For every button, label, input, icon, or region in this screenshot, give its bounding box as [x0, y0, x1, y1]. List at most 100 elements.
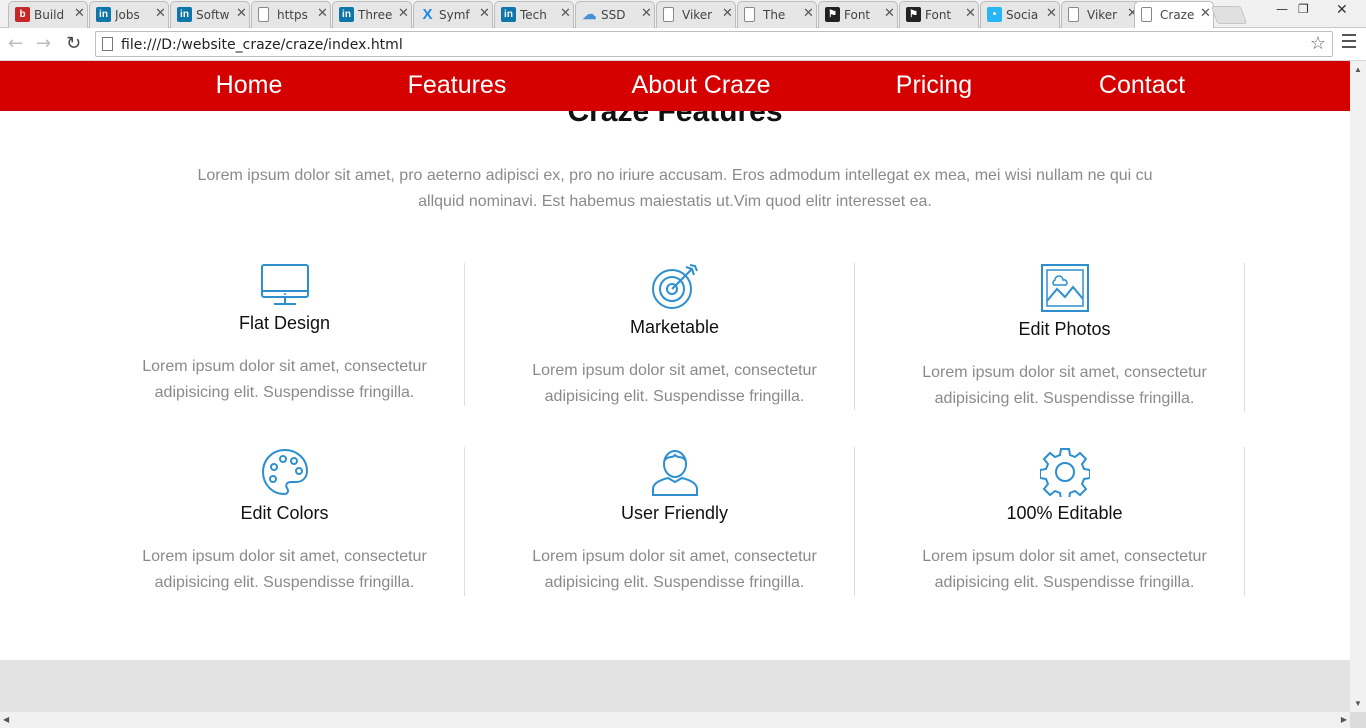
browser-tab[interactable]: in Three ✕	[332, 1, 412, 28]
page-icon	[102, 37, 113, 51]
back-arrow-icon[interactable]: ←	[8, 33, 23, 54]
forward-arrow-icon[interactable]: →	[36, 33, 51, 54]
browser-tab[interactable]: in Softw ✕	[170, 1, 250, 28]
browser-tab[interactable]: ⚑ Font ✕	[899, 1, 979, 28]
browser-tab[interactable]: ☁ SSD ✕	[575, 1, 655, 28]
tab-title: Build	[34, 8, 65, 22]
feature-card: Edit Colors Lorem ipsum dolor sit amet, …	[105, 447, 465, 596]
page-icon	[744, 7, 755, 22]
tab-title: Symf	[439, 8, 470, 22]
nav-about-craze[interactable]: About Craze	[632, 71, 771, 100]
flag-icon: ⚑	[906, 7, 921, 22]
minimize-icon[interactable]: —	[1276, 2, 1288, 16]
tab-title: Softw	[196, 8, 230, 22]
builtwith-icon: b	[15, 7, 30, 22]
close-window-icon[interactable]: ✕	[1336, 2, 1348, 18]
feature-description: Lorem ipsum dolor sit amet, consectetur …	[532, 362, 817, 405]
tab-strip: b Build ✕ in Jobs ✕ in Softw ✕ https ✕ i…	[0, 0, 1366, 29]
menu-icon[interactable]	[1342, 34, 1356, 52]
nav-features[interactable]: Features	[408, 71, 507, 100]
feature-card: Flat Design Lorem ipsum dolor sit amet, …	[105, 263, 465, 406]
target-icon	[651, 264, 698, 309]
tab-title: Socia	[1006, 8, 1039, 22]
scroll-corner	[1350, 712, 1366, 728]
palette-icon	[261, 448, 308, 496]
close-icon[interactable]: ✕	[884, 6, 895, 21]
feature-title: Edit Colors	[240, 503, 329, 523]
tab-title: Viker	[682, 8, 713, 22]
browser-tab[interactable]: Viker ✕	[1061, 1, 1141, 28]
nav-contact[interactable]: Contact	[1099, 71, 1185, 100]
browser-tab[interactable]: • Socia ✕	[980, 1, 1060, 28]
close-icon[interactable]: ✕	[398, 6, 409, 21]
gear-icon	[1039, 448, 1090, 497]
social-icon: •	[987, 7, 1002, 22]
feature-description: Lorem ipsum dolor sit amet, consectetur …	[142, 358, 427, 401]
feature-title: Flat Design	[238, 313, 331, 333]
close-icon[interactable]: ✕	[74, 6, 85, 21]
browser-tab[interactable]: https ✕	[251, 1, 331, 28]
close-icon[interactable]: ✕	[722, 6, 733, 21]
close-icon[interactable]: ✕	[479, 6, 490, 21]
feature-title: Edit Photos	[1018, 319, 1111, 339]
browser-tab-active[interactable]: Craze ✕	[1134, 1, 1214, 29]
tab-title: Jobs	[115, 8, 140, 22]
cloud-icon: ☁	[582, 6, 597, 22]
new-tab-button[interactable]	[1210, 6, 1248, 24]
tab-title: Viker	[1087, 8, 1118, 22]
browser-tab[interactable]: X Symf ✕	[413, 1, 493, 28]
feature-description: Lorem ipsum dolor sit amet, consectetur …	[922, 548, 1207, 591]
close-icon[interactable]: ✕	[155, 6, 166, 21]
reload-icon[interactable]: ↻	[66, 33, 81, 54]
scroll-right-icon[interactable]: ▶	[1341, 715, 1347, 724]
feature-title: User Friendly	[620, 503, 729, 523]
scroll-up-icon[interactable]: ▲	[1354, 65, 1362, 74]
photo-icon	[1040, 264, 1089, 312]
close-icon[interactable]: ✕	[1200, 6, 1211, 21]
feature-card: Edit Photos Lorem ipsum dolor sit amet, …	[885, 263, 1245, 412]
page-icon	[663, 7, 674, 22]
close-icon[interactable]: ✕	[236, 6, 247, 21]
restore-icon[interactable]: ❐	[1298, 2, 1309, 16]
address-bar[interactable]: file:///D:/website_craze/craze/index.htm…	[95, 31, 1333, 57]
browser-tab[interactable]: in Tech ✕	[494, 1, 574, 28]
url-text: file:///D:/website_craze/craze/index.htm…	[121, 37, 403, 53]
browser-tab[interactable]: Viker ✕	[656, 1, 736, 28]
close-icon[interactable]: ✕	[803, 6, 814, 21]
nav-pricing[interactable]: Pricing	[896, 71, 972, 100]
linkedin-icon: in	[339, 7, 354, 22]
footer-section	[0, 660, 1350, 712]
vertical-scrollbar[interactable]: ▲ ▼	[1350, 61, 1366, 712]
scroll-left-icon[interactable]: ◀	[3, 715, 9, 724]
nav-home[interactable]: Home	[216, 71, 283, 100]
star-icon[interactable]: ☆	[1310, 33, 1326, 54]
close-icon[interactable]: ✕	[965, 6, 976, 21]
browser-tab[interactable]: in Jobs ✕	[89, 1, 169, 28]
feature-title: Marketable	[629, 317, 720, 337]
tab-title: SSD	[601, 8, 626, 22]
close-icon[interactable]: ✕	[641, 6, 652, 21]
tab-title: Font	[925, 8, 952, 22]
user-icon	[651, 450, 698, 496]
site-navbar: Home Features About Craze Pricing Contac…	[0, 61, 1350, 111]
browser-tab[interactable]: The ✕	[737, 1, 817, 28]
scroll-down-icon[interactable]: ▼	[1354, 699, 1362, 708]
page-icon	[258, 7, 269, 22]
page-icon	[1068, 7, 1079, 22]
feature-title: 100% Editable	[1006, 503, 1123, 523]
page-icon	[1141, 7, 1152, 22]
symfony-icon: X	[422, 6, 433, 23]
feature-description: Lorem ipsum dolor sit amet, consectetur …	[142, 548, 427, 591]
linkedin-icon: in	[501, 7, 516, 22]
close-icon[interactable]: ✕	[1046, 6, 1057, 21]
close-icon[interactable]: ✕	[317, 6, 328, 21]
browser-toolbar: ← → ↻ file:///D:/website_craze/craze/ind…	[0, 28, 1366, 61]
section-intro: Lorem ipsum dolor sit amet, pro aeterno …	[197, 167, 1153, 210]
flag-icon: ⚑	[825, 7, 840, 22]
tab-title: Three	[358, 8, 393, 22]
close-icon[interactable]: ✕	[560, 6, 571, 21]
feature-description: Lorem ipsum dolor sit amet, consectetur …	[532, 548, 817, 591]
browser-tab[interactable]: ⚑ Font ✕	[818, 1, 898, 28]
browser-tab[interactable]: b Build ✕	[8, 1, 88, 28]
horizontal-scrollbar[interactable]: ◀ ▶	[0, 712, 1350, 728]
